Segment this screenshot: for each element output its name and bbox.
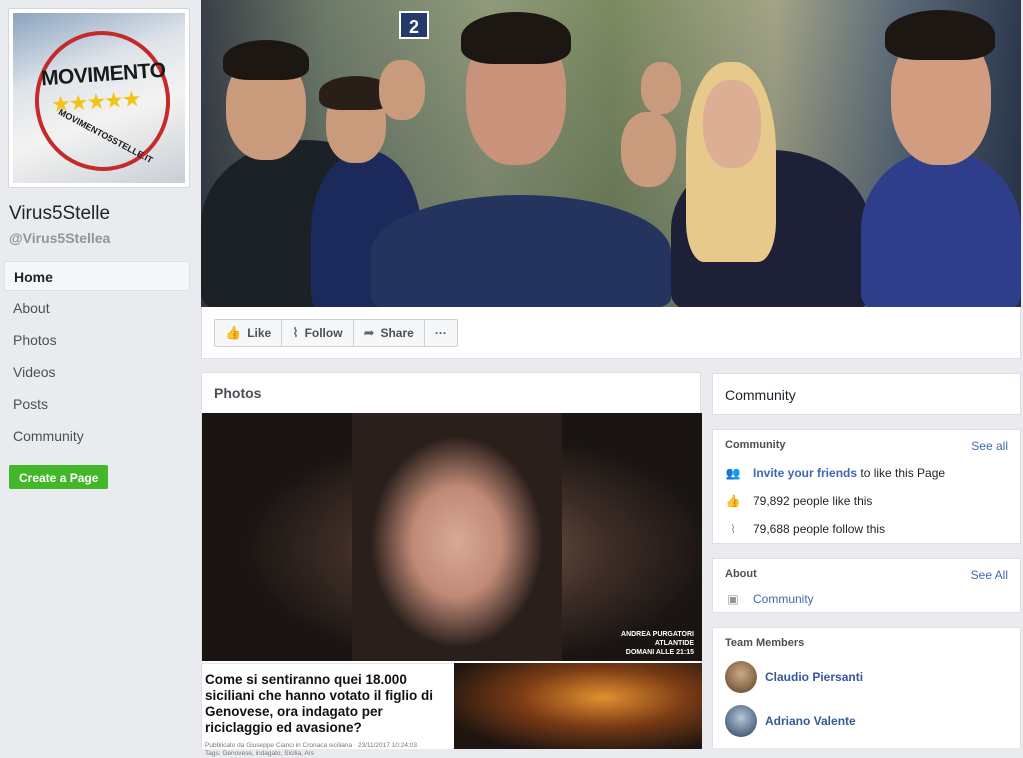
team-member[interactable]: Adriano Valente: [725, 705, 856, 737]
nav-item-community[interactable]: Community: [4, 421, 190, 451]
follow-label: Follow: [304, 326, 343, 340]
about-category-row: ▣ Community: [725, 590, 814, 608]
action-button-group: 👍 Like ⌇ Follow ➦ Share ···: [214, 319, 458, 347]
avatar: [725, 705, 757, 737]
about-see-all-link[interactable]: See All: [971, 568, 1008, 582]
ellipsis-icon: ···: [434, 326, 447, 340]
person-hair: [885, 10, 995, 60]
movimento-flag-image: MOVIMENTO ★★★★★ MOVIMENTO5STELLE.IT: [13, 13, 185, 183]
caption-line: ATLANTIDE: [654, 640, 694, 647]
likes-row: 👍 79,892 people like this: [725, 492, 873, 510]
invite-friends-rest: to like this Page: [857, 466, 946, 480]
page-nav: Home About Photos Videos Posts Community: [4, 261, 190, 453]
thumbs-up-icon: 👍: [725, 494, 741, 508]
team-member[interactable]: Claudio Piersanti: [725, 661, 863, 693]
nav-item-photos[interactable]: Photos: [4, 325, 190, 355]
person-hair: [461, 12, 571, 64]
community-see-all-link[interactable]: See all: [971, 439, 1008, 453]
person-silhouette: [371, 195, 671, 307]
photo-thumbnail-crowd[interactable]: [454, 663, 702, 749]
caption-line: DOMANI ALLE 21:15: [625, 649, 694, 656]
left-column: MOVIMENTO ★★★★★ MOVIMENTO5STELLE.IT Viru…: [0, 0, 198, 748]
avatar: [725, 661, 757, 693]
about-category-link[interactable]: Community: [753, 592, 814, 606]
nav-item-about[interactable]: About: [4, 293, 190, 323]
more-options-button[interactable]: ···: [425, 320, 457, 346]
page-handle[interactable]: @Virus5Stellea: [9, 230, 110, 246]
create-page-button[interactable]: Create a Page: [9, 465, 109, 489]
about-card: About See All ▣ Community: [712, 558, 1021, 613]
rss-icon: ⌇: [292, 325, 299, 340]
person-head: [379, 60, 425, 120]
community-card-title: Community: [725, 439, 786, 451]
about-card-title: About: [725, 568, 757, 580]
thumbs-up-icon: 👍: [225, 325, 242, 340]
person-silhouette: [861, 150, 1021, 307]
photo-thumbnail-article[interactable]: Come si sentiranno quei 18.000 siciliani…: [202, 663, 452, 757]
portrait-face: [352, 413, 562, 661]
article-meta: Pubblicato da Giuseppe Cianci in Cronaca…: [205, 742, 449, 758]
follows-count: 79,688 people follow this: [753, 522, 886, 536]
photo-overlay-caption: ANDREA PURGATORI ATLANTIDE DOMANI ALLE 2…: [621, 630, 694, 657]
community-header-title[interactable]: Community: [725, 387, 796, 403]
team-members-card: Team Members Claudio Piersanti Adriano V…: [712, 627, 1021, 748]
community-header-card: Community: [712, 373, 1021, 415]
caption-line: ANDREA PURGATORI: [621, 631, 694, 638]
share-button[interactable]: ➦ Share: [354, 320, 425, 346]
person-head: [621, 112, 676, 187]
photos-card-title[interactable]: Photos: [214, 385, 261, 401]
cover-photo[interactable]: 2: [201, 0, 1021, 307]
person-head: [703, 80, 761, 168]
page-action-bar: 👍 Like ⌇ Follow ➦ Share ···: [201, 307, 1021, 359]
follows-row: ⌇ 79,688 people follow this: [725, 520, 885, 538]
team-member-name: Adriano Valente: [765, 714, 856, 728]
photo-thumbnail-main[interactable]: ANDREA PURGATORI ATLANTIDE DOMANI ALLE 2…: [202, 413, 702, 661]
friends-icon: 👥: [725, 466, 741, 480]
person-hair: [223, 40, 309, 80]
share-label: Share: [380, 326, 414, 340]
nav-item-home[interactable]: Home: [4, 261, 190, 291]
nav-item-posts[interactable]: Posts: [4, 389, 190, 419]
category-icon: ▣: [727, 592, 739, 606]
team-card-title: Team Members: [725, 637, 805, 649]
platform-sign: 2: [399, 11, 429, 39]
page-name[interactable]: Virus5Stelle: [9, 203, 110, 225]
article-headline: Come si sentiranno quei 18.000 siciliani…: [205, 672, 434, 735]
nav-item-videos[interactable]: Videos: [4, 357, 190, 387]
invite-friends-row: 👥 Invite your friends to like this Page: [725, 464, 946, 482]
like-label: Like: [247, 326, 272, 340]
likes-count: 79,892 people like this: [753, 494, 873, 508]
profile-picture[interactable]: MOVIMENTO ★★★★★ MOVIMENTO5STELLE.IT: [8, 8, 190, 188]
person-head: [641, 62, 681, 114]
community-card: Community See all 👥 Invite your friends …: [712, 429, 1021, 544]
team-member-name: Claudio Piersanti: [765, 670, 864, 684]
like-button[interactable]: 👍 Like: [215, 320, 283, 346]
article-meta-line: Pubblicato da Giuseppe Cianci in Cronaca…: [205, 742, 417, 749]
share-arrow-icon: ➦: [363, 325, 375, 340]
photos-card: Photos ANDREA PURGATORI ATLANTIDE DOMANI…: [201, 372, 702, 757]
article-meta-line: Tags: Genovese, indagato, Sicilia, Ars: [205, 750, 315, 757]
invite-friends-link[interactable]: Invite your friends: [753, 466, 857, 480]
rss-icon: ⌇: [730, 522, 736, 536]
follow-button[interactable]: ⌇ Follow: [282, 320, 354, 346]
